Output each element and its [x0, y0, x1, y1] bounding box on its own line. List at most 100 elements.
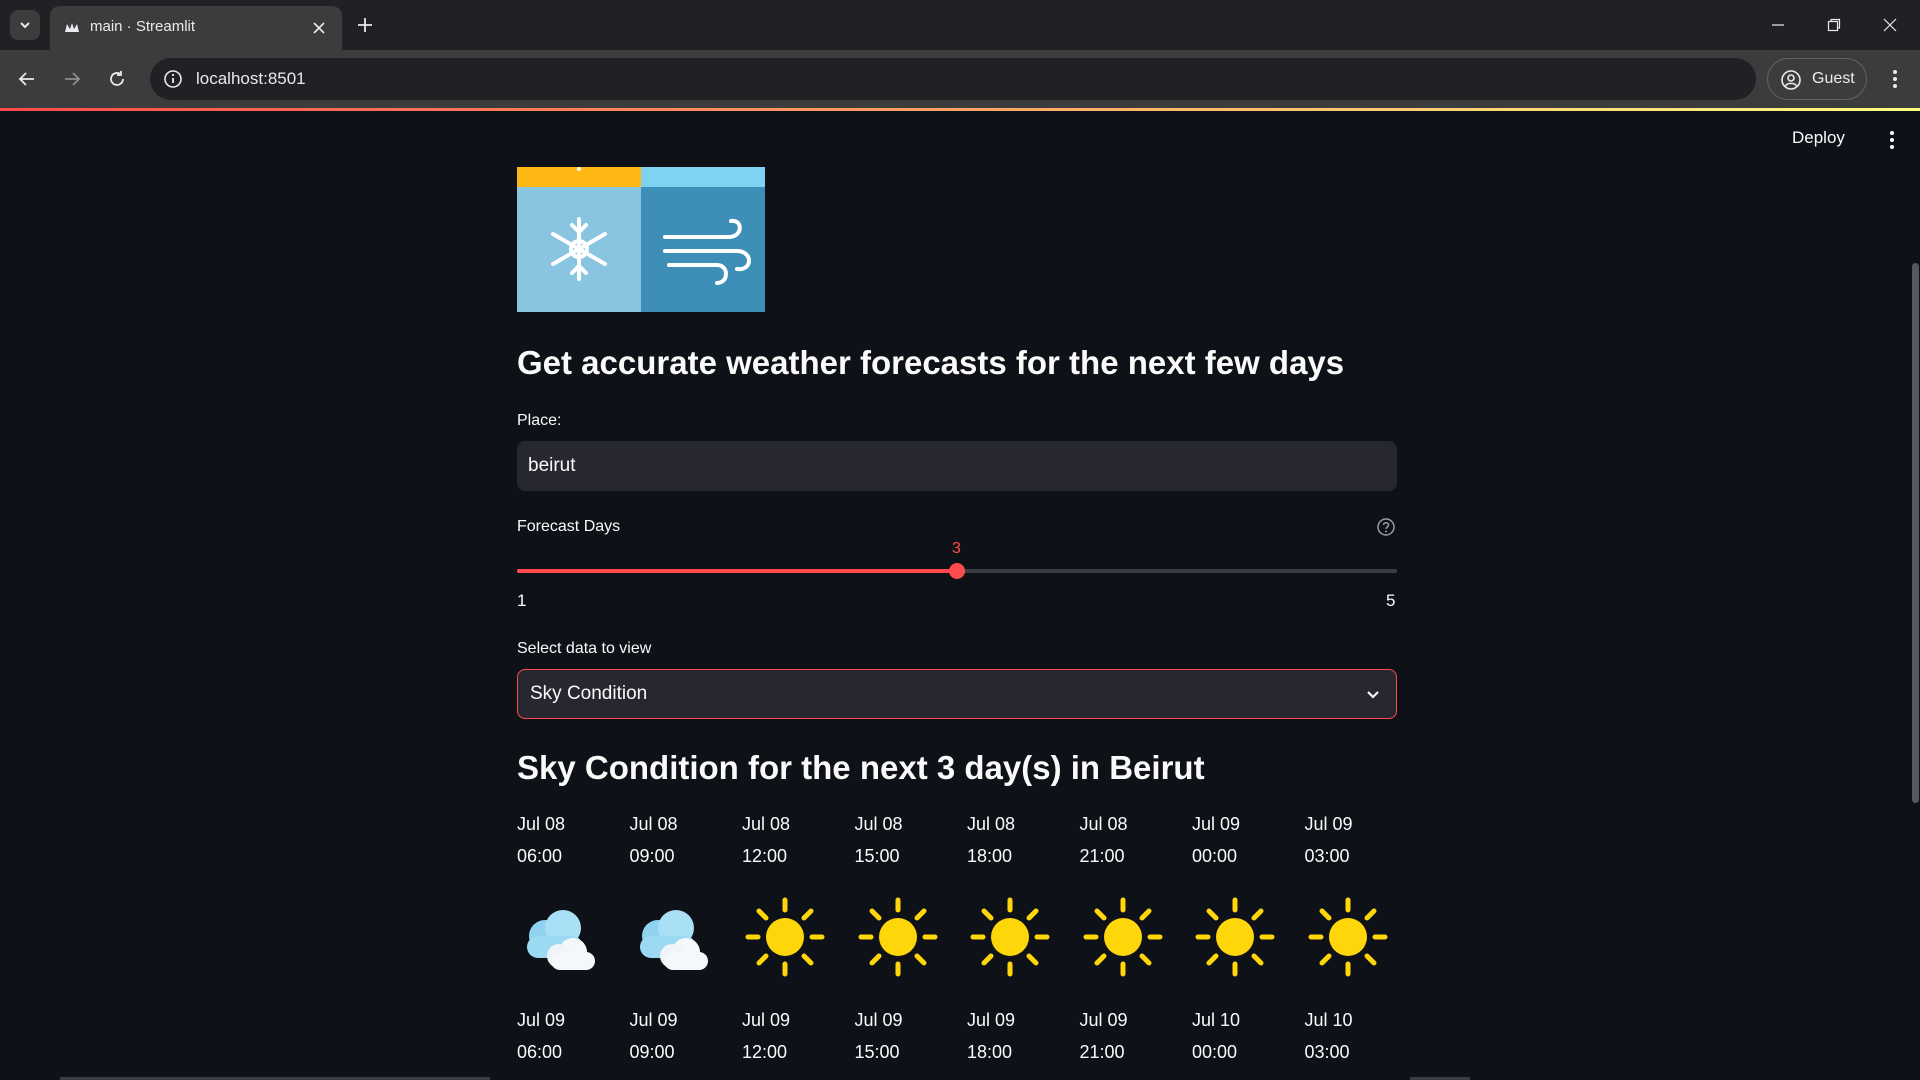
sun-icon — [858, 897, 937, 977]
forecast-date: Jul 09 — [742, 1010, 791, 1030]
forecast-days-slider-thumb[interactable] — [949, 563, 965, 579]
browser-tab-bar: main · Streamlit — [0, 0, 1920, 50]
forecast-date: Jul 08 — [742, 814, 791, 834]
tab-search-button[interactable] — [10, 10, 40, 40]
forecast-cell: Jul 08 06:00 — [517, 808, 617, 985]
close-icon — [313, 22, 325, 34]
sun-icon — [1308, 897, 1387, 977]
sun-icon — [1083, 897, 1162, 977]
forecast-time: 15:00 — [854, 1042, 900, 1062]
forecast-date: Jul 10 — [1192, 1010, 1241, 1030]
close-window-button[interactable] — [1870, 10, 1910, 40]
profile-button[interactable]: Guest — [1767, 58, 1867, 100]
arrow-left-icon — [18, 72, 34, 86]
forecast-cell: Jul 09 06:00 — [517, 1004, 617, 1068]
weather-banner-image — [517, 167, 765, 312]
forecast-time: 21:00 — [1079, 1042, 1125, 1062]
browser-toolbar: localhost:8501 Guest — [0, 50, 1920, 108]
reload-button[interactable] — [102, 64, 132, 94]
close-tab-button[interactable] — [308, 17, 330, 39]
deploy-button[interactable]: Deploy — [1792, 128, 1845, 148]
forward-button[interactable] — [57, 64, 87, 94]
slider-current-value: 3 — [952, 540, 961, 557]
forecast-time: 09:00 — [629, 1042, 675, 1062]
forecast-time: 12:00 — [742, 1042, 788, 1062]
info-icon[interactable] — [162, 68, 184, 90]
forecast-date: Jul 09 — [517, 1010, 566, 1030]
slider-fill — [517, 569, 957, 573]
place-input-value[interactable]: beirut — [528, 455, 576, 477]
place-label: Place: — [517, 412, 562, 429]
app-page: Deploy Get accurate weather forecasts fo… — [0, 108, 1920, 1080]
user-circle-icon — [1781, 70, 1801, 90]
cloud-icon — [527, 910, 595, 970]
forecast-time: 03:00 — [1304, 846, 1350, 866]
forecast-cell: Jul 09 21:00 — [1080, 1004, 1180, 1068]
forecast-date: Jul 09 — [629, 1010, 678, 1030]
forecast-date: Jul 08 — [629, 814, 678, 834]
forecast-date: Jul 08 — [1079, 814, 1128, 834]
forecast-time: 15:00 — [854, 846, 900, 866]
place-input[interactable]: beirut — [517, 441, 1397, 491]
forecast-cell: Jul 08 15:00 — [855, 808, 955, 985]
forecast-time: 21:00 — [1079, 846, 1125, 866]
minimize-icon — [1772, 24, 1784, 26]
slider-max-label: 5 — [1386, 591, 1396, 610]
minimize-button[interactable] — [1758, 10, 1798, 40]
forecast-time: 06:00 — [517, 1042, 563, 1062]
forecast-cell: Jul 09 12:00 — [742, 1004, 842, 1068]
forecast-cell: Jul 08 12:00 — [742, 808, 842, 985]
slider-min-label: 1 — [517, 591, 527, 610]
forecast-time: 00:00 — [1192, 846, 1238, 866]
forecast-date: Jul 09 — [854, 1010, 903, 1030]
tab-title: main · Streamlit — [90, 18, 196, 35]
sun-icon — [1195, 897, 1275, 977]
data-select-value[interactable]: Sky Condition — [530, 683, 647, 705]
forecast-time: 09:00 — [629, 846, 675, 866]
forecast-time: 06:00 — [517, 846, 563, 866]
browser-tab[interactable]: main · Streamlit — [50, 6, 342, 50]
forecast-time: 03:00 — [1304, 1042, 1350, 1062]
back-button[interactable] — [12, 64, 42, 94]
new-tab-button[interactable] — [352, 12, 378, 38]
forecast-date: Jul 09 — [1079, 1010, 1128, 1030]
plus-icon — [358, 18, 372, 32]
browser-menu-button[interactable] — [1880, 64, 1910, 94]
vertical-scrollbar[interactable] — [1912, 263, 1919, 803]
data-select-label: Select data to view — [517, 640, 652, 657]
forecast-cell: Jul 09 09:00 — [630, 1004, 730, 1068]
data-select[interactable]: Sky Condition — [517, 669, 1397, 719]
forecast-date: Jul 10 — [1304, 1010, 1353, 1030]
forecast-cell: Jul 09 00:00 — [1192, 808, 1292, 985]
forecast-date: Jul 09 — [967, 1010, 1016, 1030]
forecast-date: Jul 09 — [1304, 814, 1353, 834]
forecast-cell: Jul 09 18:00 — [967, 1004, 1067, 1068]
forecast-cell: Jul 10 03:00 — [1305, 1004, 1405, 1068]
chevron-down-icon[interactable] — [1362, 684, 1384, 706]
sun-icon — [970, 897, 1050, 977]
sun-icon — [745, 897, 825, 977]
help-icon[interactable] — [1376, 517, 1396, 537]
forecast-time: 18:00 — [967, 1042, 1013, 1062]
chevron-down-icon — [20, 22, 30, 29]
forecast-cell: Jul 08 18:00 — [967, 808, 1067, 985]
forecast-date: Jul 08 — [854, 814, 903, 834]
forecast-cell: Jul 10 00:00 — [1192, 1004, 1292, 1068]
close-icon — [1883, 18, 1897, 32]
reload-icon — [110, 71, 124, 86]
forecast-time: 00:00 — [1192, 1042, 1238, 1062]
more-vertical-icon — [1893, 70, 1897, 88]
forecast-cell: Jul 09 15:00 — [855, 1004, 955, 1068]
address-bar[interactable]: localhost:8501 — [150, 58, 1756, 100]
main-menu-button[interactable] — [1880, 128, 1904, 152]
streamlit-crown-icon — [65, 23, 79, 32]
profile-label: Guest — [1812, 70, 1855, 87]
cloud-icon — [639, 910, 708, 970]
restore-button[interactable] — [1814, 10, 1854, 40]
forecast-days-label: Forecast Days — [517, 518, 621, 535]
header-decoration-bar — [0, 108, 1920, 111]
more-vertical-icon — [1890, 131, 1894, 149]
url-text[interactable]: localhost:8501 — [196, 69, 306, 89]
page-title: Get accurate weather forecasts for the n… — [517, 344, 1345, 381]
forecast-date: Jul 08 — [517, 814, 566, 834]
